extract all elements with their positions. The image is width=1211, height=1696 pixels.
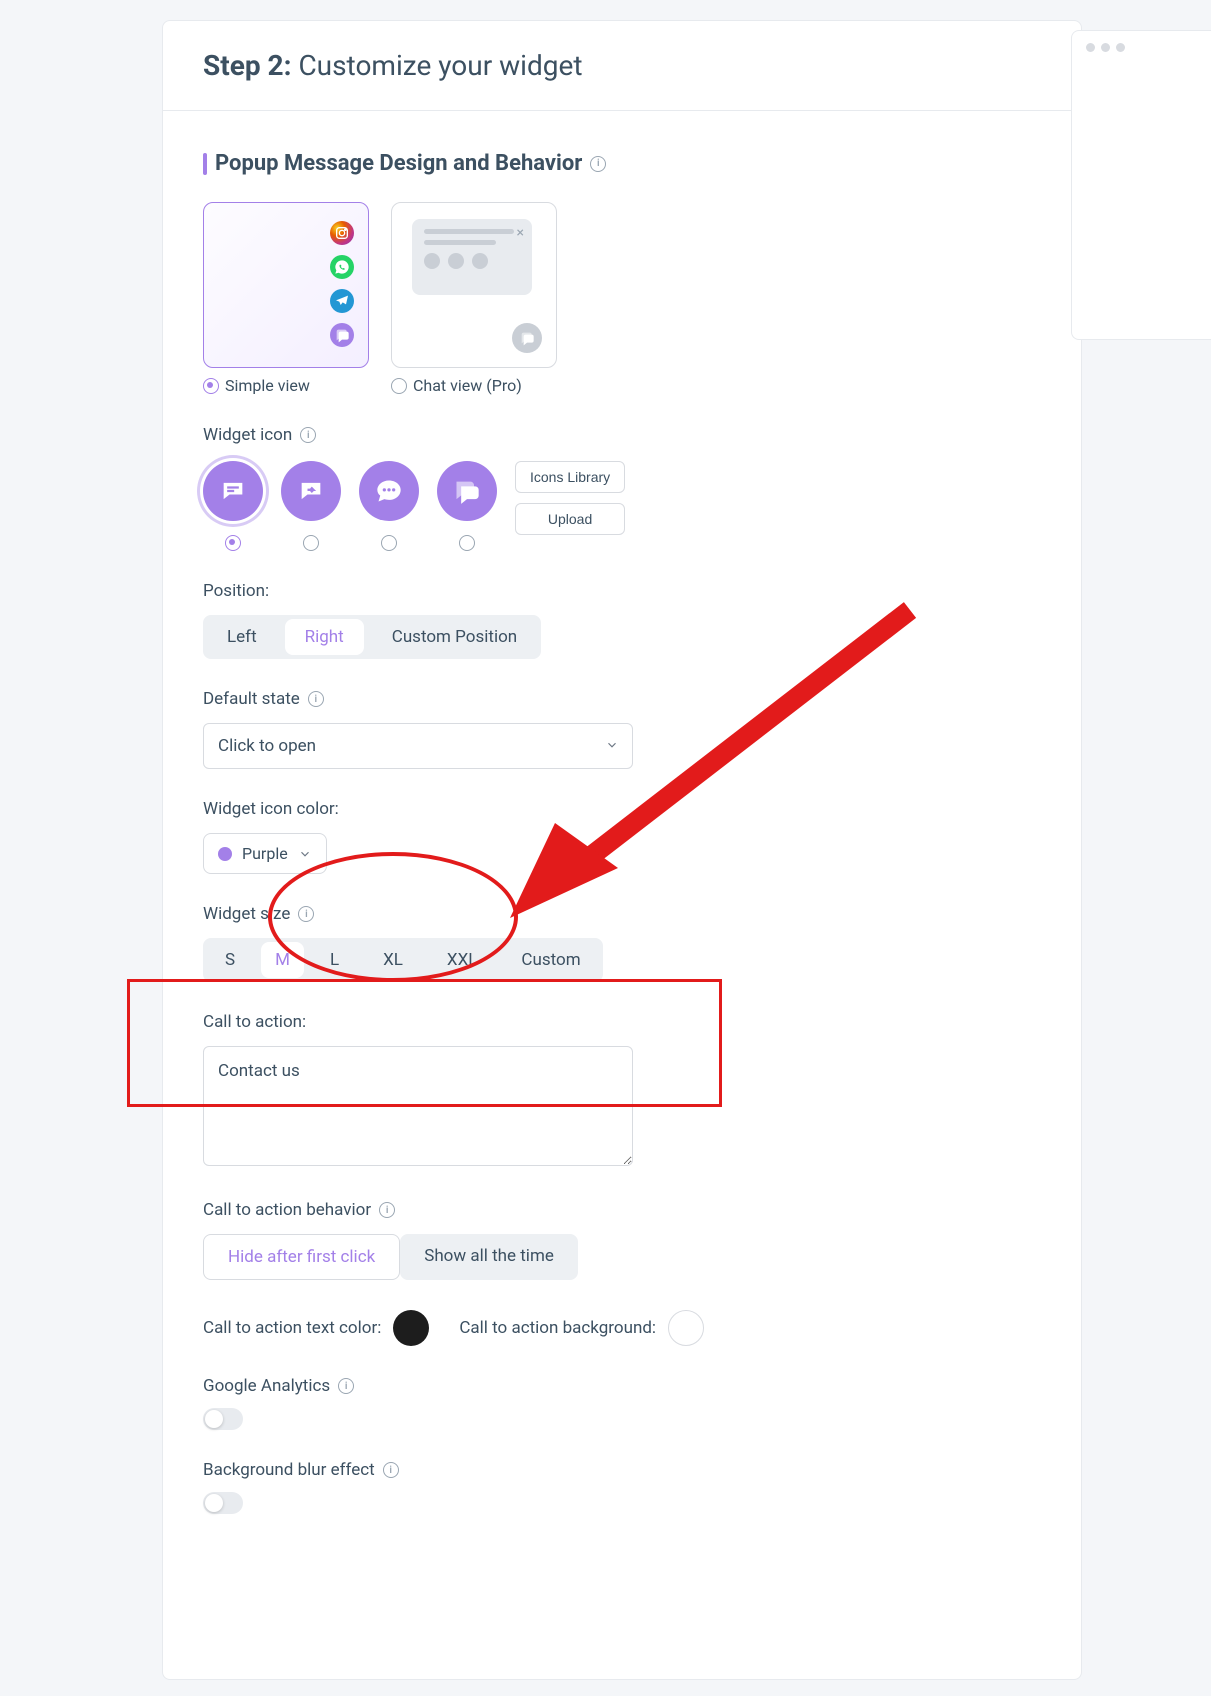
analytics-label: Google Analytics i bbox=[203, 1376, 1081, 1396]
cta-color-row: Call to action text color: Call to actio… bbox=[203, 1310, 1081, 1346]
cta-behavior-segment: Hide after first click Show all the time bbox=[203, 1234, 578, 1280]
info-icon[interactable]: i bbox=[379, 1202, 395, 1218]
speech-arrow-icon bbox=[281, 461, 341, 521]
position-segment: Left Right Custom Position bbox=[203, 615, 541, 659]
widget-size-label: Widget size i bbox=[203, 904, 1081, 924]
chevron-down-icon bbox=[605, 737, 619, 756]
cta-text-color-label: Call to action text color: bbox=[203, 1318, 381, 1338]
cta-bg-color-label: Call to action background: bbox=[459, 1318, 656, 1338]
cta-label: Call to action: bbox=[203, 1012, 1081, 1032]
size-custom[interactable]: Custom bbox=[499, 938, 602, 982]
analytics-toggle[interactable] bbox=[203, 1408, 243, 1430]
cta-behavior-label: Call to action behavior i bbox=[203, 1200, 1081, 1220]
widget-size-segment: S M L XL XXL Custom bbox=[203, 938, 603, 982]
chat-fab-icon bbox=[512, 323, 542, 353]
blur-label: Background blur effect i bbox=[203, 1460, 1081, 1480]
default-state-select[interactable]: Click to open bbox=[203, 723, 633, 769]
widget-icon-option-4[interactable] bbox=[437, 461, 497, 551]
position-right[interactable]: Right bbox=[285, 619, 364, 655]
cta-text-color-swatch[interactable] bbox=[393, 1310, 429, 1346]
speech-lines-icon bbox=[203, 461, 263, 521]
close-icon: × bbox=[517, 225, 524, 241]
upload-button[interactable]: Upload bbox=[515, 503, 625, 535]
main-card: Step 2: Customize your widget Popup Mess… bbox=[162, 20, 1082, 1680]
view-chat-option[interactable]: × Chat view (Pro) bbox=[391, 202, 557, 395]
size-xxl[interactable]: XXL bbox=[425, 938, 499, 982]
icon-color-value: Purple bbox=[242, 844, 288, 863]
size-m[interactable]: M bbox=[261, 942, 304, 978]
section-accent-bar bbox=[203, 153, 207, 175]
view-simple-option[interactable]: Simple view bbox=[203, 202, 369, 395]
info-icon[interactable]: i bbox=[298, 906, 314, 922]
whatsapp-icon bbox=[330, 255, 354, 279]
info-icon[interactable]: i bbox=[300, 427, 316, 443]
cta-bg-color-swatch[interactable] bbox=[668, 1310, 704, 1346]
widget-icon-label: Widget icon i bbox=[203, 425, 1081, 445]
chat-bubble-icon bbox=[330, 323, 354, 347]
widget-icon-option-2[interactable] bbox=[281, 461, 341, 551]
info-icon[interactable]: i bbox=[590, 156, 606, 172]
info-icon[interactable]: i bbox=[308, 691, 324, 707]
size-s[interactable]: S bbox=[203, 938, 257, 982]
card-header: Step 2: Customize your widget bbox=[163, 21, 1081, 111]
widget-icon-option-1[interactable] bbox=[203, 461, 263, 551]
speech-double-icon bbox=[437, 461, 497, 521]
step-number: Step 2: bbox=[203, 49, 292, 82]
info-icon[interactable]: i bbox=[338, 1378, 354, 1394]
simple-view-preview bbox=[203, 202, 369, 368]
cta-behavior-hide[interactable]: Hide after first click bbox=[203, 1234, 400, 1280]
cta-behavior-show[interactable]: Show all the time bbox=[400, 1234, 578, 1280]
size-l[interactable]: L bbox=[308, 938, 361, 982]
icon-color-label: Widget icon color: bbox=[203, 799, 1081, 819]
color-swatch-icon bbox=[218, 847, 232, 861]
widget-icon-set: Icons Library Upload bbox=[203, 461, 1081, 551]
simple-view-radio[interactable] bbox=[203, 378, 219, 394]
default-state-label: Default state i bbox=[203, 689, 1081, 709]
section-title: Popup Message Design and Behavior i bbox=[203, 151, 1081, 176]
chevron-down-icon bbox=[298, 847, 312, 861]
speech-dots-icon bbox=[359, 461, 419, 521]
widget-icon-option-3[interactable] bbox=[359, 461, 419, 551]
info-icon[interactable]: i bbox=[383, 1462, 399, 1478]
cta-textarea[interactable] bbox=[203, 1046, 633, 1166]
size-xl[interactable]: XL bbox=[361, 938, 425, 982]
view-type-row: Simple view × Chat v bbox=[203, 202, 1081, 395]
icon-color-select[interactable]: Purple bbox=[203, 833, 327, 874]
telegram-icon bbox=[330, 289, 354, 313]
instagram-icon bbox=[330, 221, 354, 245]
position-label: Position: bbox=[203, 581, 1081, 601]
position-left[interactable]: Left bbox=[203, 615, 281, 659]
side-preview-panel bbox=[1071, 30, 1211, 340]
position-custom[interactable]: Custom Position bbox=[368, 615, 541, 659]
chat-view-preview: × bbox=[391, 202, 557, 368]
default-state-value: Click to open bbox=[203, 723, 633, 769]
icons-library-button[interactable]: Icons Library bbox=[515, 461, 625, 493]
browser-dots bbox=[1072, 31, 1211, 52]
chat-view-radio[interactable] bbox=[391, 378, 407, 394]
blur-toggle[interactable] bbox=[203, 1492, 243, 1514]
step-title: Customize your widget bbox=[292, 49, 583, 82]
